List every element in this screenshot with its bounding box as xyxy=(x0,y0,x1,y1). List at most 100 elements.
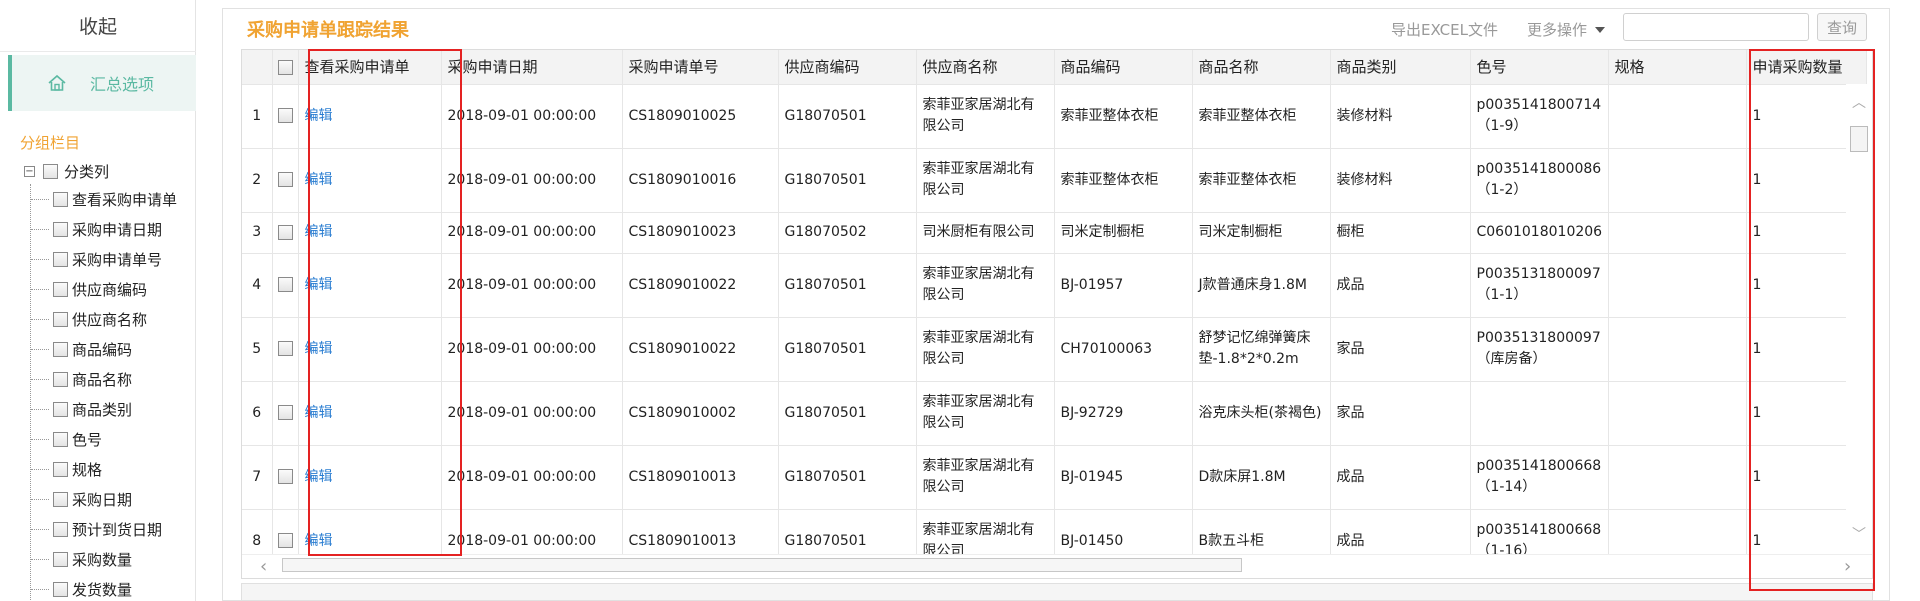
tree-item[interactable]: 色号 xyxy=(31,424,196,454)
vertical-scrollbar[interactable]: ︿ ﹀ xyxy=(1846,84,1872,554)
tree-item-checkbox[interactable] xyxy=(53,401,68,417)
column-header[interactable]: 商品编码 xyxy=(1054,50,1193,85)
tree-root-checkbox[interactable] xyxy=(43,163,58,179)
row-select xyxy=(272,445,299,510)
tree-item-checkbox[interactable] xyxy=(53,281,68,297)
product-name-cell: D款床屏1.8M xyxy=(1192,445,1331,510)
scroll-up-icon[interactable]: ︿ xyxy=(1852,92,1866,112)
tree-item[interactable]: 供应商编码 xyxy=(31,274,196,304)
color-cell: P0035131800097（库房备） xyxy=(1470,317,1609,382)
tree-item-checkbox[interactable] xyxy=(53,461,68,477)
column-header[interactable]: 供应商名称 xyxy=(916,50,1055,85)
tree-item[interactable]: 采购申请单号 xyxy=(31,244,196,274)
row-checkbox[interactable] xyxy=(277,108,293,123)
column-header[interactable]: 申请采购数量 xyxy=(1746,50,1867,85)
row-checkbox[interactable] xyxy=(277,172,293,187)
column-header[interactable]: 供应商编码 xyxy=(778,50,917,85)
tree-item[interactable]: 查看采购申请单 xyxy=(31,184,196,214)
tree-item[interactable]: 商品编码 xyxy=(31,334,196,364)
tree-item-checkbox[interactable] xyxy=(53,251,68,267)
tree-item-label: 供应商编码 xyxy=(72,280,148,299)
supplier-code-cell: G18070501 xyxy=(778,381,917,446)
column-header[interactable]: 采购申请单号 xyxy=(622,50,779,85)
color-cell: P0035131800097（1-1） xyxy=(1470,253,1609,318)
order-number-cell: CS1809010025 xyxy=(622,84,779,149)
export-excel-link[interactable]: 导出EXCEL文件 xyxy=(1391,19,1498,40)
collapse-node-icon[interactable]: − xyxy=(24,165,35,177)
edit-link[interactable]: 编辑 xyxy=(305,108,333,124)
select-all-checkbox[interactable] xyxy=(277,59,293,75)
category-cell: 成品 xyxy=(1330,253,1471,318)
scrollbar-thumb[interactable] xyxy=(1850,126,1868,152)
tree-item-checkbox[interactable] xyxy=(53,191,68,207)
tree-item-label: 采购数量 xyxy=(72,550,133,569)
edit-link[interactable]: 编辑 xyxy=(305,172,333,188)
search-input[interactable] xyxy=(1623,13,1809,41)
tree-item-checkbox[interactable] xyxy=(53,581,68,597)
category-cell: 装修材料 xyxy=(1330,148,1471,213)
tree-item[interactable]: 规格 xyxy=(31,454,196,484)
column-header[interactable]: 规格 xyxy=(1608,50,1747,85)
tree-item[interactable]: 采购申请日期 xyxy=(31,214,196,244)
edit-link[interactable]: 编辑 xyxy=(305,341,333,357)
edit-link[interactable]: 编辑 xyxy=(305,405,333,421)
tree-item[interactable]: 发货数量 xyxy=(31,574,196,601)
tree-item[interactable]: 商品名称 xyxy=(31,364,196,394)
order-number-cell: CS1809010023 xyxy=(622,212,779,254)
column-header[interactable]: 商品名称 xyxy=(1192,50,1331,85)
collapse-button[interactable]: 收起 xyxy=(0,0,196,52)
scroll-down-icon[interactable]: ﹀ xyxy=(1852,524,1866,544)
edit-link[interactable]: 编辑 xyxy=(305,469,333,485)
scroll-left-icon[interactable]: ‹ xyxy=(260,556,267,577)
order-number-cell: CS1809010013 xyxy=(622,445,779,510)
row-checkbox[interactable] xyxy=(277,341,293,356)
tree-item-checkbox[interactable] xyxy=(53,221,68,237)
row-number: 5 xyxy=(242,317,273,382)
column-header[interactable]: 色号 xyxy=(1470,50,1609,85)
row-checkbox[interactable] xyxy=(277,277,293,292)
column-header[interactable]: 商品类别 xyxy=(1330,50,1471,85)
tree-item-checkbox[interactable] xyxy=(53,311,68,327)
tree-item[interactable]: 商品类别 xyxy=(31,394,196,424)
edit-link[interactable]: 编辑 xyxy=(305,533,333,549)
color-cell: p0035141800086（1-2） xyxy=(1470,148,1609,213)
tree-root-item[interactable]: − 分类列 xyxy=(24,158,196,184)
scroll-right-icon[interactable]: › xyxy=(1844,556,1851,577)
row-checkbox[interactable] xyxy=(277,405,293,420)
tree-item[interactable]: 采购数量 xyxy=(31,544,196,574)
scrollbar-thumb[interactable] xyxy=(282,558,1242,572)
tree-item-label: 色号 xyxy=(72,430,103,449)
edit-link[interactable]: 编辑 xyxy=(305,277,333,293)
row-checkbox[interactable] xyxy=(277,469,293,484)
row-select xyxy=(272,381,299,446)
edit-link[interactable]: 编辑 xyxy=(305,224,333,240)
summary-options-button[interactable]: 汇总选项 xyxy=(8,55,196,111)
column-header-select xyxy=(272,50,299,85)
tree-item-checkbox[interactable] xyxy=(53,371,68,387)
color-cell: p0035141800714（1-9） xyxy=(1470,84,1609,149)
tree-item-checkbox[interactable] xyxy=(53,431,68,447)
column-header[interactable]: 查看采购申请单 xyxy=(298,50,442,85)
view-cell: 编辑 xyxy=(298,84,442,149)
supplier-code-cell: G18070501 xyxy=(778,445,917,510)
column-header[interactable]: 采购申请日期 xyxy=(441,50,623,85)
caret-down-icon xyxy=(1595,26,1606,33)
color-cell: C0601018010206 xyxy=(1470,212,1609,254)
more-actions-dropdown[interactable]: 更多操作 xyxy=(1527,19,1606,40)
tree-item-label: 预计到货日期 xyxy=(72,520,163,539)
row-number: 2 xyxy=(242,148,273,213)
tree-item-checkbox[interactable] xyxy=(53,521,68,537)
row-checkbox[interactable] xyxy=(277,533,293,548)
tree-item[interactable]: 供应商名称 xyxy=(31,304,196,334)
query-button[interactable]: 查询 xyxy=(1817,13,1867,41)
row-checkbox[interactable] xyxy=(277,224,293,240)
tree-item-checkbox[interactable] xyxy=(53,551,68,567)
tree-item[interactable]: 采购日期 xyxy=(31,484,196,514)
tree-item[interactable]: 预计到货日期 xyxy=(31,514,196,544)
tree-item-checkbox[interactable] xyxy=(53,341,68,357)
spec-cell xyxy=(1608,381,1747,446)
supplier-code-cell: G18070501 xyxy=(778,148,917,213)
tree-item-checkbox[interactable] xyxy=(53,491,68,507)
category-cell: 橱柜 xyxy=(1330,212,1471,254)
horizontal-scrollbar[interactable]: ‹ › xyxy=(242,554,1872,578)
